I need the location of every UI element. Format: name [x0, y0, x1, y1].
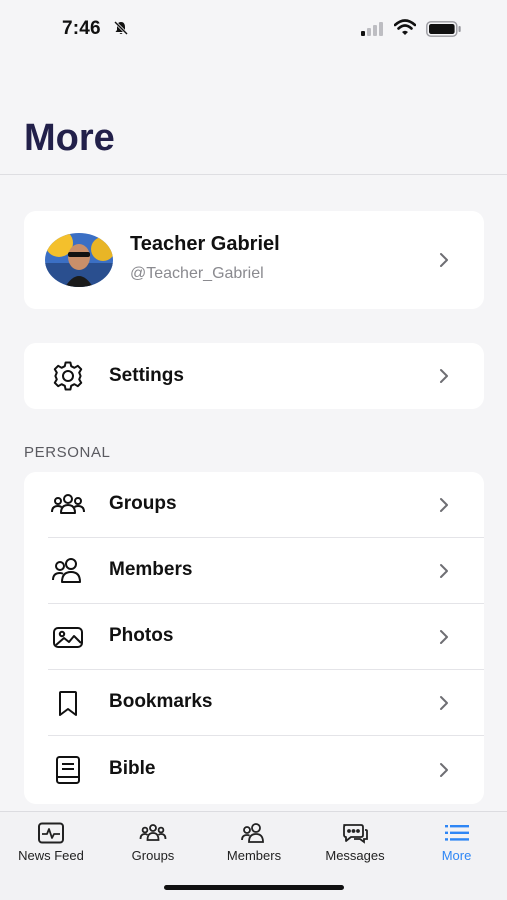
tab-more[interactable]: More — [406, 812, 507, 872]
list-item-photos[interactable]: Photos — [24, 604, 484, 670]
page-title: More — [24, 117, 115, 159]
members-icon — [241, 823, 264, 843]
list-item-label: Groups — [109, 493, 177, 514]
photos-icon — [50, 619, 86, 655]
list-item-bible[interactable]: Bible — [24, 737, 484, 803]
list-item-label: Bible — [109, 758, 156, 779]
settings-label: Settings — [109, 365, 184, 386]
tab-messages[interactable]: Messages — [304, 812, 406, 872]
tab-label: Groups — [131, 848, 175, 863]
tab-groups[interactable]: Groups — [102, 812, 204, 872]
chevron-right-icon — [438, 629, 450, 645]
tab-news-feed[interactable]: News Feed — [0, 812, 102, 872]
news-feed-icon — [38, 822, 64, 844]
book-icon — [50, 752, 86, 788]
tab-members[interactable]: Members — [204, 812, 304, 872]
cellular-signal-icon — [361, 22, 385, 41]
chevron-right-icon — [438, 695, 450, 711]
list-item-label: Bookmarks — [109, 691, 213, 712]
wifi-icon — [393, 19, 417, 41]
messages-icon — [343, 824, 368, 844]
chevron-right-icon — [438, 497, 450, 513]
profile-card[interactable]: Teacher Gabriel @Teacher_Gabriel — [24, 211, 484, 309]
chevron-right-icon — [438, 252, 450, 268]
tab-label: Members — [226, 848, 282, 863]
list-item-groups[interactable]: Groups — [24, 472, 484, 538]
members-icon — [50, 553, 86, 589]
chevron-right-icon — [438, 563, 450, 579]
status-bar: 7:46 — [0, 0, 507, 60]
status-time: 7:46 — [62, 18, 101, 39]
list-item-bookmarks[interactable]: Bookmarks — [24, 670, 484, 736]
home-indicator — [164, 885, 344, 890]
list-item-members[interactable]: Members — [24, 538, 484, 604]
groups-icon — [50, 487, 86, 523]
settings-row[interactable]: Settings — [24, 343, 484, 409]
profile-name: Teacher Gabriel — [130, 233, 280, 255]
list-item-label: Photos — [109, 625, 174, 646]
profile-handle: @Teacher_Gabriel — [130, 265, 264, 282]
groups-icon — [139, 824, 167, 841]
chevron-right-icon — [438, 368, 450, 384]
avatar — [45, 233, 113, 287]
chevron-right-icon — [438, 762, 450, 778]
list-item-label: Members — [109, 559, 193, 580]
row-divider — [48, 735, 484, 736]
bell-muted-icon — [113, 20, 129, 41]
bookmark-icon — [50, 685, 86, 721]
section-label-personal: PERSONAL — [24, 444, 111, 461]
tab-label: Messages — [325, 848, 385, 863]
tab-label: More — [441, 848, 472, 863]
header-divider — [0, 174, 507, 175]
tab-label: News Feed — [18, 848, 84, 863]
list-icon — [444, 825, 469, 841]
battery-icon — [426, 21, 462, 42]
gear-icon — [50, 358, 86, 394]
personal-list: Groups Members Photos Bookmarks Bible — [24, 472, 484, 804]
